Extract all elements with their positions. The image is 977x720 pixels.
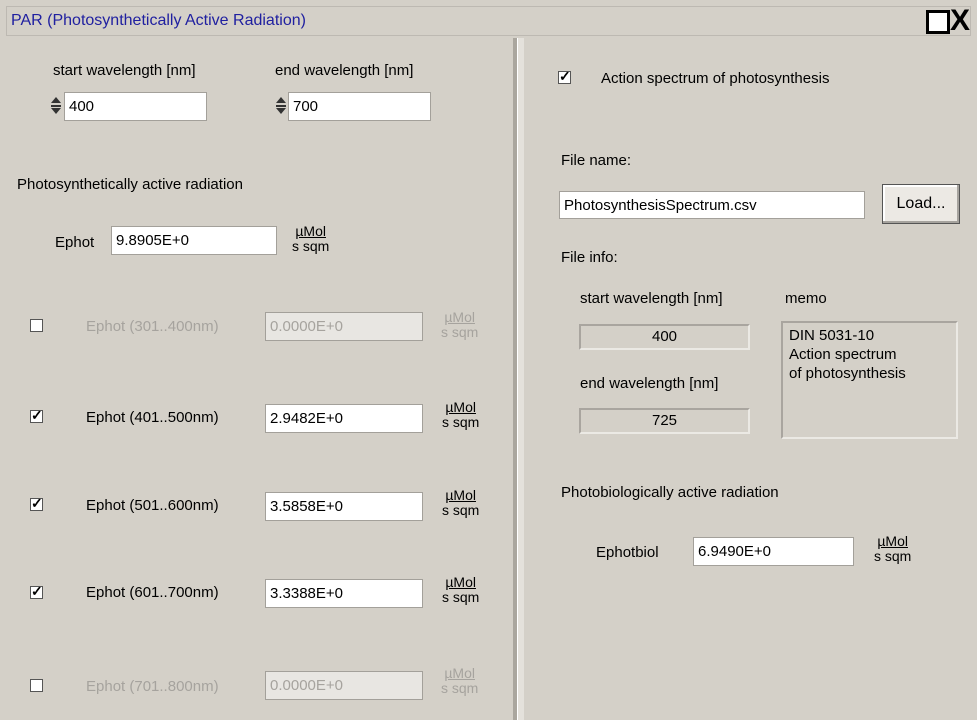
start-wavelength-label: start wavelength [nm]	[53, 62, 196, 79]
right-panel: ✓ Action spectrum of photosynthesis File…	[523, 38, 977, 720]
file-name-input[interactable]: PhotosynthesisSpectrum.csv	[559, 191, 865, 219]
par-section-title: Photosynthetically active radiation	[17, 176, 243, 193]
close-icon[interactable]: X	[948, 6, 972, 36]
band-401-500-value: 2.9482E+0	[265, 404, 423, 433]
band-601-700-label: Ephot (601..700nm)	[86, 584, 219, 601]
band-601-700-value: 3.3388E+0	[265, 579, 423, 608]
ephot-unit: µMol s sqm	[292, 223, 330, 254]
window-title: PAR (Photosynthetically Active Radiation…	[11, 12, 306, 29]
band-701-800-label: Ephot (701..800nm)	[86, 678, 219, 695]
band-301-400-checkbox[interactable]	[30, 319, 43, 332]
file-end-wavelength-value: 725	[579, 408, 750, 434]
band-501-600-unit: µMol s sqm	[442, 487, 480, 518]
band-601-700-checkbox[interactable]: ✓	[30, 583, 43, 599]
file-name-label: File name:	[561, 152, 632, 169]
band-501-600-label: Ephot (501..600nm)	[86, 497, 219, 514]
memo-box: DIN 5031-10 Action spectrum of photosynt…	[781, 321, 958, 439]
file-start-wavelength-value: 400	[579, 324, 750, 350]
band-501-600-checkbox[interactable]: ✓	[30, 495, 43, 511]
start-wavelength-input[interactable]: 400	[64, 92, 207, 121]
memo-label: memo	[785, 290, 827, 307]
band-701-800-unit: µMol s sqm	[441, 665, 479, 696]
band-401-500-checkbox[interactable]: ✓	[30, 407, 43, 423]
end-wavelength-label: end wavelength [nm]	[275, 62, 414, 79]
band-601-700-unit: µMol s sqm	[442, 574, 480, 605]
band-301-400-label: Ephot (301..400nm)	[86, 318, 219, 335]
action-spectrum-checkbox[interactable]: ✓	[558, 68, 571, 84]
band-301-400-value: 0.0000E+0	[265, 312, 423, 341]
ephot-label: Ephot	[55, 234, 95, 251]
bio-section-title: Photobiologically active radiation	[561, 484, 779, 501]
ephot-value-field: 9.8905E+0	[111, 226, 277, 255]
file-start-wavelength-label: start wavelength [nm]	[580, 290, 723, 307]
start-wavelength-spin-icon[interactable]	[51, 92, 62, 120]
band-701-800-value: 0.0000E+0	[265, 671, 423, 700]
action-spectrum-label: Action spectrum of photosynthesis	[601, 70, 830, 87]
end-wavelength-input[interactable]: 700	[288, 92, 431, 121]
band-701-800-checkbox[interactable]	[30, 679, 43, 692]
band-301-400-unit: µMol s sqm	[441, 309, 479, 340]
maximize-icon[interactable]	[926, 10, 950, 34]
ephotbiol-value-field: 6.9490E+0	[693, 537, 854, 566]
band-401-500-unit: µMol s sqm	[442, 399, 480, 430]
load-button[interactable]: Load...	[882, 184, 960, 224]
left-panel: start wavelength [nm] end wavelength [nm…	[6, 38, 517, 720]
memo-line: Action spectrum	[789, 346, 897, 363]
band-501-600-value: 3.5858E+0	[265, 492, 423, 521]
ephotbiol-unit: µMol s sqm	[874, 533, 912, 564]
end-wavelength-spin-icon[interactable]	[276, 92, 287, 120]
file-info-label: File info:	[561, 249, 618, 266]
par-window: PAR (Photosynthetically Active Radiation…	[0, 0, 977, 720]
memo-line: DIN 5031-10	[789, 327, 875, 344]
band-401-500-label: Ephot (401..500nm)	[86, 409, 219, 426]
title-bar: PAR (Photosynthetically Active Radiation…	[6, 6, 971, 36]
memo-line: of photosynthesis	[789, 365, 906, 382]
file-end-wavelength-label: end wavelength [nm]	[580, 375, 719, 392]
ephotbiol-label: Ephotbiol	[596, 544, 659, 561]
